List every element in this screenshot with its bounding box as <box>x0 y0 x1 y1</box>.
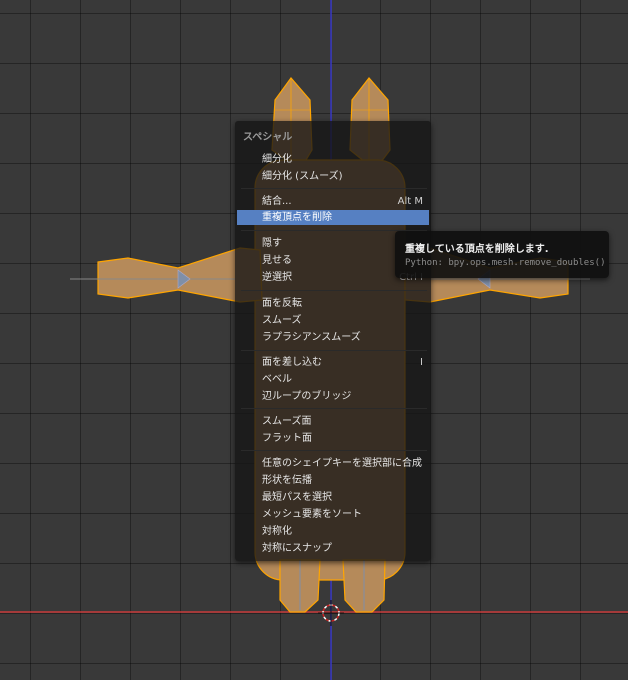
menu-item-label: 対称にスナップ <box>262 543 332 554</box>
menu-item-subdivide[interactable]: 細分化 <box>237 152 429 167</box>
menu-item-label: 面を差し込む <box>262 357 322 368</box>
menu-item-laplacian-smooth[interactable]: ラプラシアンスムーズ <box>237 330 429 345</box>
tooltip-title: 重複している頂点を削除します. <box>405 244 549 255</box>
left-leg[interactable] <box>279 559 321 613</box>
menu-item-select-shortest-path[interactable]: 最短パスを選択 <box>237 490 429 505</box>
menu-item-label: 結合... <box>262 196 292 207</box>
menu-separator <box>241 408 427 409</box>
menu-separator <box>241 290 427 291</box>
menu-item-label: 細分化 (スムーズ) <box>262 171 343 182</box>
menu-item-blend-from-shape[interactable]: 任意のシェイプキーを選択部に合成 <box>237 456 429 471</box>
menu-item-shape-propagate[interactable]: 形状を伝播 <box>237 473 429 488</box>
menu-item-sort-mesh-elements[interactable]: メッシュ要素をソート <box>237 507 429 522</box>
menu-item-shade-smooth[interactable]: スムーズ面 <box>237 414 429 429</box>
menu-item-label: 対称化 <box>262 526 292 537</box>
menu-item-symmetrize[interactable]: 対称化 <box>237 524 429 539</box>
menu-item-label: 面を反転 <box>262 298 302 309</box>
menu-item-label: 形状を伝播 <box>262 475 312 486</box>
left-arm[interactable] <box>70 247 263 303</box>
menu-item-shade-flat[interactable]: フラット面 <box>237 431 429 446</box>
menu-separator <box>241 350 427 351</box>
menu-item-label: 隠す <box>262 238 282 249</box>
tooltip-python: Python: bpy.ops.mesh.remove_doubles() <box>405 258 606 268</box>
menu-item-label: 重複頂点を削除 <box>262 212 332 223</box>
menu-item-label: 最短パスを選択 <box>262 492 332 503</box>
menu-item-label: ラプラシアンスムーズ <box>262 332 361 343</box>
menu-item-label: 任意のシェイプキーを選択部に合成 <box>262 458 422 469</box>
menu-item-smooth[interactable]: スムーズ <box>237 313 429 328</box>
menu-item-label: 細分化 <box>262 154 292 165</box>
menu-item-merge[interactable]: 結合... Alt M <box>237 194 429 209</box>
menu-item-label: スムーズ <box>262 315 302 326</box>
3d-cursor-icon[interactable] <box>318 600 344 626</box>
tooltip: 重複している頂点を削除します. Python: bpy.ops.mesh.rem… <box>395 231 609 278</box>
menu-item-inset-faces[interactable]: 面を差し込む I <box>237 355 429 370</box>
menu-separator <box>241 188 427 189</box>
menu-item-snap-to-symmetry[interactable]: 対称にスナップ <box>237 541 429 556</box>
menu-item-label: 逆選択 <box>262 272 292 283</box>
menu-item-label: メッシュ要素をソート <box>262 509 362 520</box>
menu-item-flip-normals[interactable]: 面を反転 <box>237 296 429 311</box>
menu-item-subdivide-smooth[interactable]: 細分化 (スムーズ) <box>237 169 429 184</box>
menu-item-label: 見せる <box>262 255 292 266</box>
menu-item-label: 辺ループのブリッジ <box>262 391 352 402</box>
menu-item-label: ベベル <box>262 374 292 385</box>
menu-item-bridge-edge-loops[interactable]: 辺ループのブリッジ <box>237 389 429 404</box>
menu-item-label: フラット面 <box>262 433 312 444</box>
menu-item-bevel[interactable]: ベベル <box>237 372 429 387</box>
menu-separator <box>241 450 427 451</box>
specials-menu: スペシャル 細分化 細分化 (スムーズ) 結合... Alt M 重複頂点を削除… <box>235 121 431 561</box>
menu-item-label: スムーズ面 <box>262 416 312 427</box>
menu-title: スペシャル <box>243 132 293 143</box>
menu-item-shortcut: Alt M <box>397 196 423 207</box>
menu-item-remove-doubles[interactable]: 重複頂点を削除 <box>237 210 429 225</box>
right-leg[interactable] <box>342 559 386 613</box>
menu-item-shortcut: I <box>420 357 423 368</box>
